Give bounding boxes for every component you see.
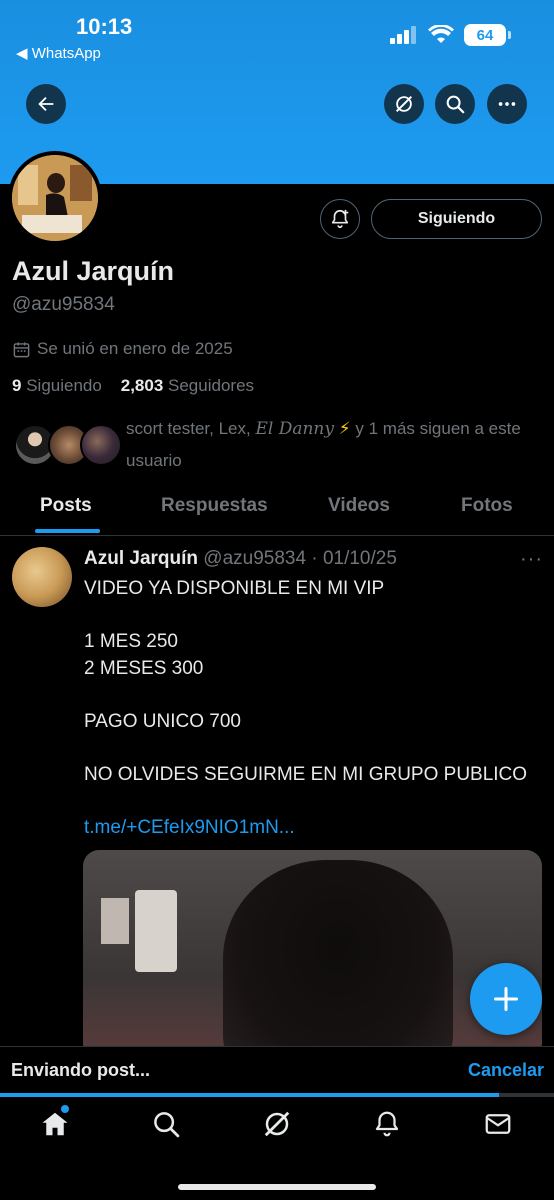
sending-label: Enviando post... bbox=[11, 1060, 151, 1080]
home-indicator bbox=[178, 1184, 376, 1190]
arrow-left-icon bbox=[38, 96, 54, 112]
compose-button[interactable] bbox=[470, 963, 542, 1035]
follower-avatar bbox=[80, 424, 122, 466]
tab-posts[interactable]: Posts bbox=[40, 495, 92, 517]
search-icon[interactable] bbox=[151, 1109, 181, 1139]
signal-icon bbox=[390, 26, 416, 44]
post-more-icon[interactable]: ··· bbox=[520, 548, 543, 571]
followers-count: 2,803 bbox=[120, 376, 164, 395]
back-to-app-link[interactable]: ◀ WhatsApp bbox=[16, 44, 101, 62]
status-time: 10:13 bbox=[76, 14, 133, 39]
followed-by-names: scort tester, Lex, bbox=[126, 419, 251, 438]
followers-you-know-text[interactable]: scort tester, Lex, El Danny ⚡ y 1 más si… bbox=[126, 413, 536, 476]
post-line: 1 MES 250 bbox=[84, 631, 178, 652]
post-meta: @azu95834 · 01/10/25 bbox=[203, 548, 397, 569]
post-line: 2 MESES 300 bbox=[84, 657, 204, 679]
home-notification-dot bbox=[61, 1105, 69, 1113]
lightning-emoji: ⚡ bbox=[338, 419, 351, 438]
post-line bbox=[84, 682, 527, 709]
profile-name: Azul Jarquín bbox=[12, 256, 175, 286]
join-date: Se unió en enero de 2025 bbox=[12, 339, 233, 359]
post-link[interactable]: t.me/+CEfeIx9NIO1mN... bbox=[84, 815, 527, 842]
profile-avatar[interactable] bbox=[8, 151, 102, 245]
tab-replies[interactable]: Respuestas bbox=[161, 495, 268, 517]
bell-plus-icon bbox=[331, 209, 349, 229]
home-icon[interactable] bbox=[40, 1109, 70, 1139]
tab-photos[interactable]: Fotos bbox=[461, 495, 513, 517]
following-link[interactable]: 9 Siguiendo bbox=[12, 376, 102, 395]
post-line: PAGO UNICO 700 bbox=[84, 710, 241, 732]
active-tab-indicator bbox=[35, 529, 100, 533]
media-wall-fixture bbox=[101, 898, 129, 944]
media-wall-fixture bbox=[135, 890, 177, 972]
followed-by-italic-name: El Danny bbox=[255, 419, 334, 439]
following-label: Siguiendo bbox=[26, 376, 102, 395]
grok-button[interactable] bbox=[384, 84, 424, 124]
post-line: VIDEO YA DISPONIBLE EN MI VIP bbox=[84, 578, 385, 599]
post-line: NO OLVIDES SEGUIRME EN MI GRUPO PUBLICO bbox=[84, 763, 528, 785]
mail-icon[interactable] bbox=[483, 1109, 513, 1139]
post-line bbox=[84, 603, 527, 630]
more-button[interactable] bbox=[487, 84, 527, 124]
grok-icon[interactable] bbox=[262, 1109, 292, 1139]
status-indicators: 64 bbox=[390, 24, 511, 46]
post-line bbox=[84, 735, 527, 762]
profile-photo bbox=[12, 155, 98, 241]
notifications-subscribe-button[interactable] bbox=[320, 199, 360, 239]
followers-you-know-avatars[interactable] bbox=[14, 424, 124, 468]
plus-icon bbox=[493, 986, 519, 1012]
profile-tabs: Posts Respuestas Videos Fotos bbox=[0, 484, 554, 536]
join-date-text: Se unió en enero de 2025 bbox=[37, 339, 233, 358]
tab-videos[interactable]: Videos bbox=[328, 495, 390, 517]
following-button[interactable]: Siguiendo bbox=[371, 199, 542, 239]
following-count: 9 bbox=[12, 376, 22, 395]
bell-icon[interactable] bbox=[372, 1109, 402, 1139]
profile-handle: @azu95834 bbox=[12, 294, 115, 315]
post-line bbox=[84, 788, 527, 815]
sending-post-bar: Enviando post... Cancelar bbox=[0, 1046, 554, 1094]
wifi-icon bbox=[428, 25, 454, 43]
grok-icon bbox=[395, 95, 413, 113]
back-button[interactable] bbox=[26, 84, 66, 124]
search-button[interactable] bbox=[435, 84, 475, 124]
search-icon bbox=[446, 95, 465, 114]
follow-counts: 9 Siguiendo 2,803 Seguidores bbox=[12, 376, 254, 396]
post-author-name[interactable]: Azul Jarquín bbox=[84, 548, 198, 569]
more-icon bbox=[498, 102, 516, 106]
battery-indicator: 64 bbox=[464, 24, 511, 46]
post-header: Azul Jarquín @azu95834 · 01/10/25 bbox=[84, 548, 397, 570]
followers-link[interactable]: 2,803 Seguidores bbox=[121, 376, 254, 395]
post-text: VIDEO YA DISPONIBLE EN MI VIP 1 MES 250 … bbox=[84, 576, 527, 841]
cancel-button[interactable]: Cancelar bbox=[468, 1060, 544, 1081]
post-media[interactable] bbox=[83, 850, 542, 1060]
media-subject bbox=[223, 860, 453, 1060]
post-author-avatar[interactable] bbox=[12, 547, 72, 607]
followers-label: Seguidores bbox=[168, 376, 255, 395]
calendar-icon bbox=[13, 341, 30, 357]
